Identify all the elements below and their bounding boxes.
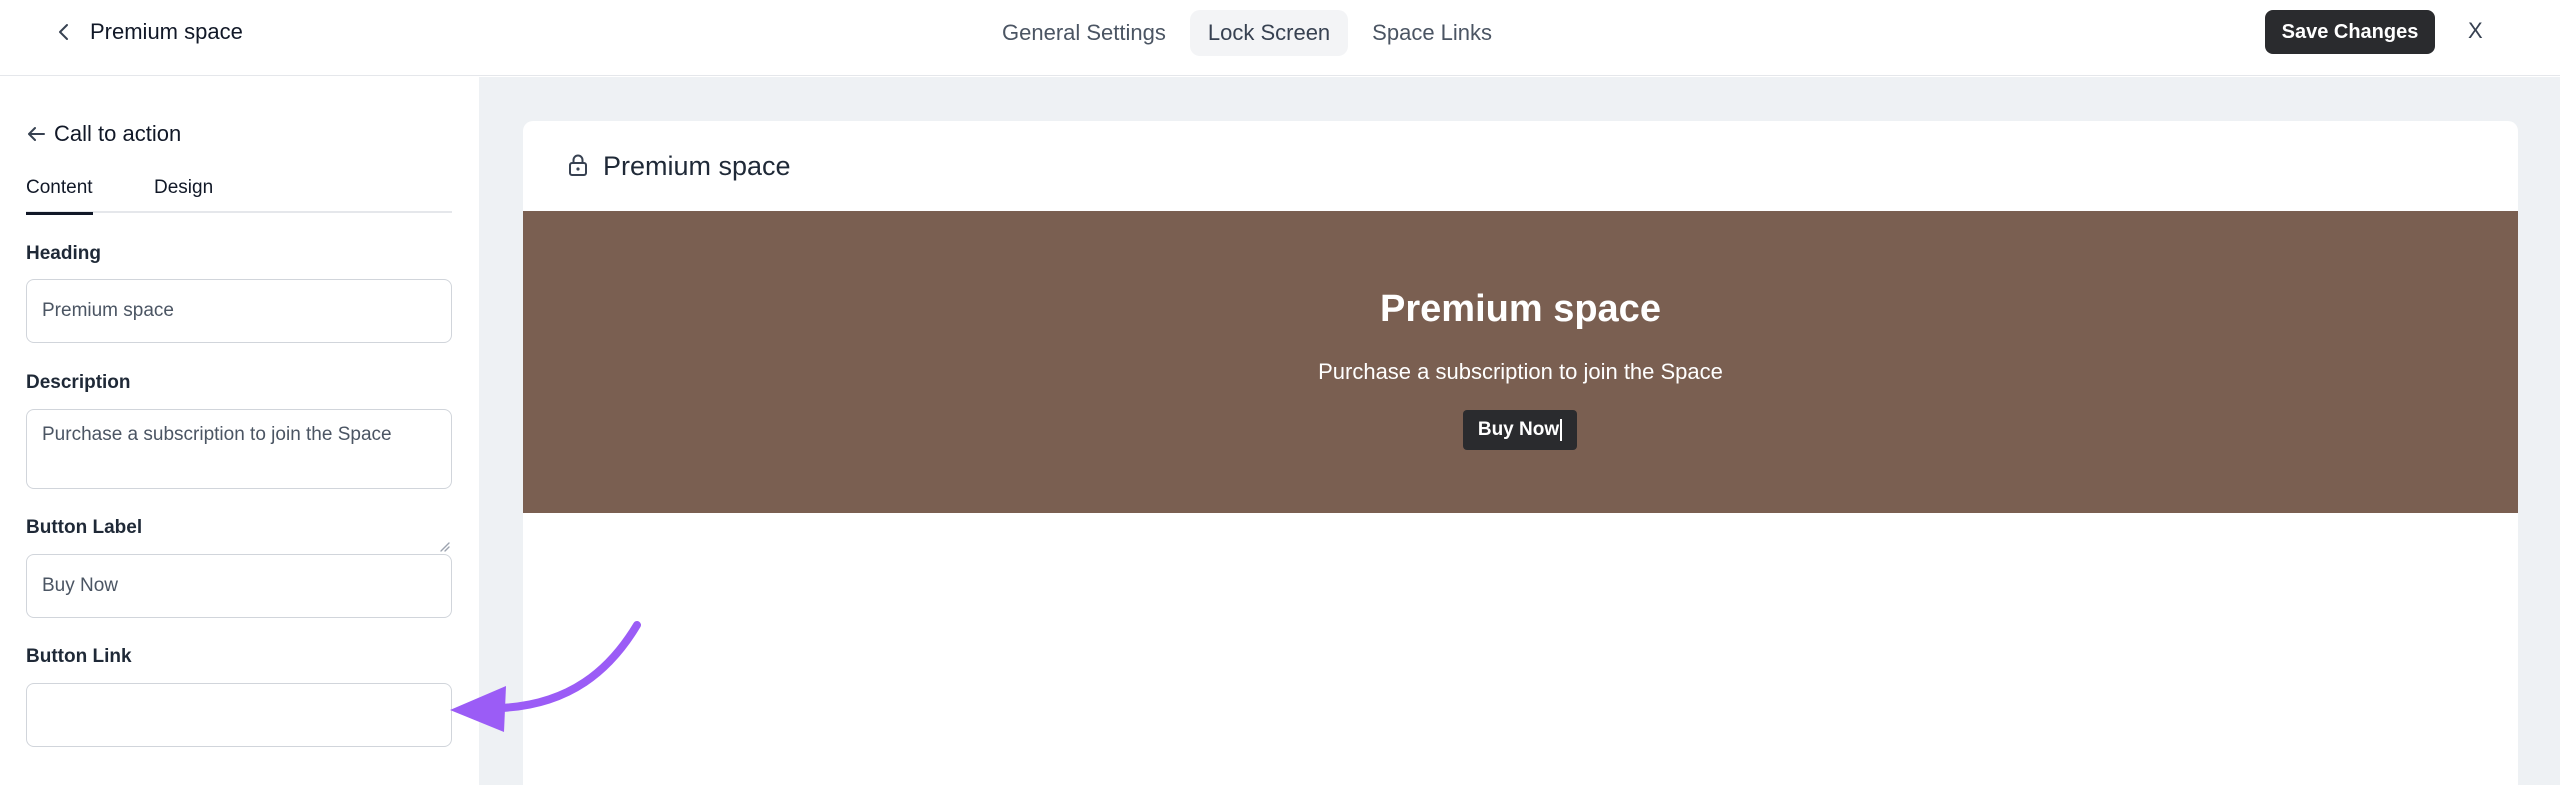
arrow-left-icon xyxy=(28,127,45,141)
settings-tabs: General Settings Lock Screen Space Links xyxy=(984,9,1510,57)
tab-general-settings[interactable]: General Settings xyxy=(984,10,1184,56)
settings-panel: Call to action Content Design Heading De… xyxy=(0,77,478,785)
annotation-arrow-icon xyxy=(450,621,641,732)
preview-card-header: Premium space xyxy=(523,121,2518,211)
chevron-left-icon xyxy=(59,24,68,40)
tab-design[interactable]: Design xyxy=(154,177,213,199)
button-label-label: Button Label xyxy=(26,517,143,538)
tab-lock-screen[interactable]: Lock Screen xyxy=(1189,10,1349,56)
lock-screen-preview-card: Premium space Premium space Purchase a s… xyxy=(523,121,2518,785)
resize-handle-icon[interactable] xyxy=(438,540,450,552)
banner-description: Purchase a subscription to join the Spac… xyxy=(1318,359,1723,384)
space-title: Premium space xyxy=(90,19,243,44)
description-label: Description xyxy=(26,372,131,393)
content-design-tabs: Content Design xyxy=(26,171,452,215)
lock-screen-banner: Premium space Purchase a subscription to… xyxy=(523,211,2518,513)
close-button[interactable]: X xyxy=(2468,18,2483,44)
button-link-input[interactable] xyxy=(26,683,452,747)
top-bar: Premium space General Settings Lock Scre… xyxy=(0,0,2560,76)
lock-icon xyxy=(569,154,587,176)
text-caret xyxy=(1560,419,1563,441)
buy-now-label: Buy Now xyxy=(1477,419,1560,440)
button-label-input[interactable] xyxy=(26,554,452,618)
description-textarea[interactable]: Purchase a subscription to join the Spac… xyxy=(26,409,452,489)
buy-now-button[interactable]: Buy Now xyxy=(1463,410,1577,450)
button-link-label: Button Link xyxy=(26,646,132,667)
banner-heading: Premium space xyxy=(1380,288,1661,330)
save-changes-button[interactable]: Save Changes xyxy=(2265,10,2435,54)
heading-input[interactable] xyxy=(26,279,452,343)
tab-space-links[interactable]: Space Links xyxy=(1354,10,1510,56)
preview-title: Premium space xyxy=(603,151,791,181)
back-button[interactable] xyxy=(50,18,78,46)
back-link-label: Call to action xyxy=(54,121,182,146)
heading-label: Heading xyxy=(26,243,101,264)
call-to-action-back-link[interactable]: Call to action xyxy=(26,121,181,147)
tab-content[interactable]: Content xyxy=(26,177,93,215)
